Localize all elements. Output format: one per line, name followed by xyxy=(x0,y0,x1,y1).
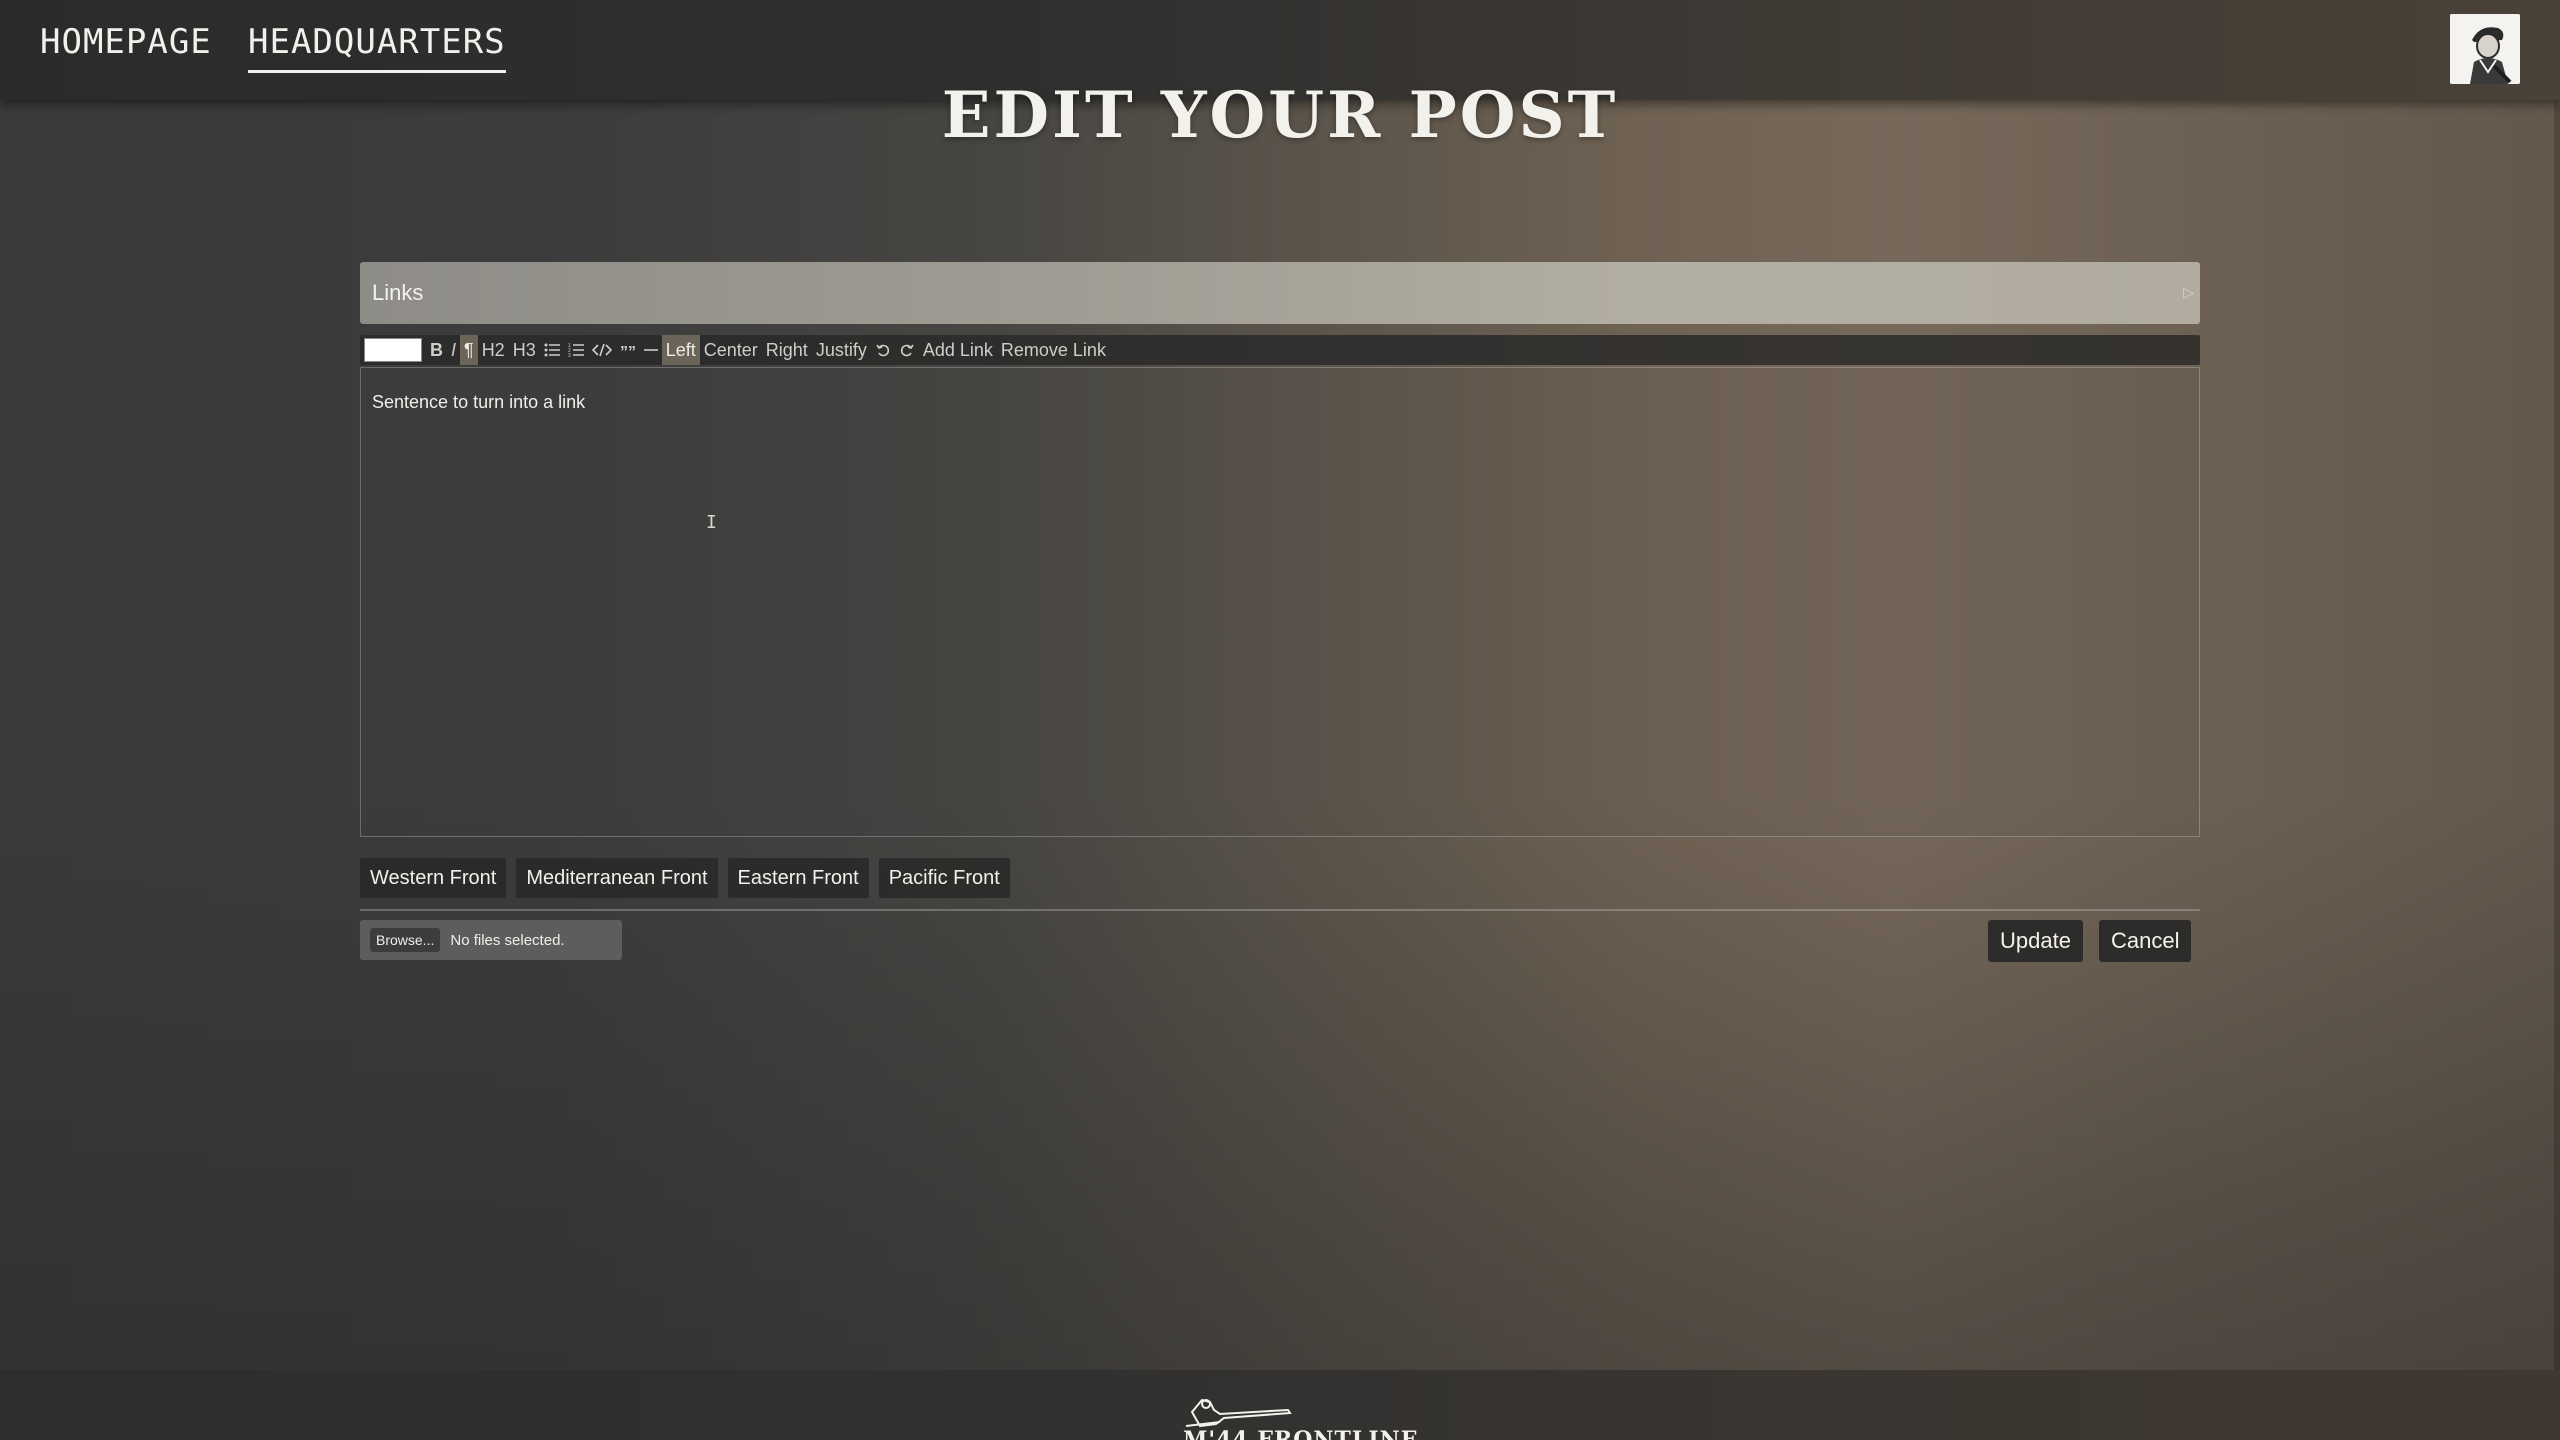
tag-pacific-front[interactable]: Pacific Front xyxy=(878,858,1010,898)
tag-western-front[interactable]: Western Front xyxy=(360,858,507,898)
align-center-button[interactable]: Center xyxy=(700,335,762,365)
update-button[interactable]: Update xyxy=(1988,920,2083,962)
ordered-list-button[interactable]: 1 2 3 xyxy=(564,335,588,365)
code-button[interactable] xyxy=(588,335,616,365)
align-left-button[interactable]: Left xyxy=(661,335,700,365)
soldier-avatar-icon xyxy=(2450,14,2520,84)
cancel-button[interactable]: Cancel xyxy=(2099,920,2192,962)
italic-button[interactable]: I xyxy=(447,335,460,365)
heading-2-button[interactable]: H2 xyxy=(478,335,509,365)
horizontal-rule-icon xyxy=(643,349,658,351)
remove-link-button[interactable]: Remove Link xyxy=(997,335,1110,365)
category-tags: Western Front Mediterranean Front Easter… xyxy=(360,858,1010,898)
browse-button[interactable]: Browse... xyxy=(370,928,441,952)
post-title-input[interactable]: Links ▷ xyxy=(360,262,2200,324)
tag-mediterranean-front[interactable]: Mediterranean Front xyxy=(516,858,718,898)
page-title: EDIT YOUR POST xyxy=(941,78,1619,153)
resize-handle-icon[interactable]: ▷ xyxy=(2183,284,2194,301)
align-justify-button[interactable]: Justify xyxy=(812,335,871,365)
file-status-text: No files selected. xyxy=(450,931,565,949)
page-scrollbar[interactable] xyxy=(2554,100,2560,1370)
file-upload-input[interactable]: Browse... No files selected. xyxy=(360,920,622,960)
redo-icon xyxy=(900,344,914,357)
post-content-editor[interactable]: Sentence to turn into a link xyxy=(360,367,2200,837)
heading-3-button[interactable]: H3 xyxy=(509,335,540,365)
undo-icon xyxy=(876,344,889,357)
code-icon xyxy=(591,343,612,357)
horizontal-rule-button[interactable] xyxy=(640,335,662,365)
bullet-list-button[interactable] xyxy=(540,335,564,365)
paragraph-button[interactable]: ¶ xyxy=(460,335,478,365)
bold-button[interactable]: B xyxy=(426,335,447,365)
text-color-picker[interactable] xyxy=(364,338,422,362)
svg-text:”: ” xyxy=(620,344,628,357)
redo-button[interactable] xyxy=(895,335,919,365)
page-footer: M'44 FRONTLINE xyxy=(0,1370,2560,1440)
ordered-list-icon: 1 2 3 xyxy=(568,343,584,357)
editor-toolbar: B I ¶ H2 H3 1 2 3 ” ” Left Center Right … xyxy=(360,335,2200,365)
nav-link-headquarters[interactable]: HEADQUARTERS xyxy=(248,22,506,73)
svg-text:3: 3 xyxy=(568,353,571,357)
post-title-value: Links xyxy=(372,280,424,305)
text-cursor-icon: I xyxy=(706,512,717,533)
quote-icon: ” ” xyxy=(620,344,636,357)
bullet-list-icon xyxy=(544,343,560,357)
nav-link-homepage[interactable]: HOMEPAGE xyxy=(40,22,212,62)
user-avatar[interactable] xyxy=(2450,14,2520,84)
section-divider xyxy=(360,909,2200,911)
undo-button[interactable] xyxy=(871,335,895,365)
add-link-button[interactable]: Add Link xyxy=(919,335,997,365)
post-content-text: Sentence to turn into a link xyxy=(372,392,586,412)
align-right-button[interactable]: Right xyxy=(762,335,812,365)
svg-text:”: ” xyxy=(628,344,636,357)
footer-logo-text: M'44 FRONTLINE xyxy=(1183,1427,1419,1440)
blockquote-button[interactable]: ” ” xyxy=(616,335,640,365)
tag-eastern-front[interactable]: Eastern Front xyxy=(727,858,869,898)
